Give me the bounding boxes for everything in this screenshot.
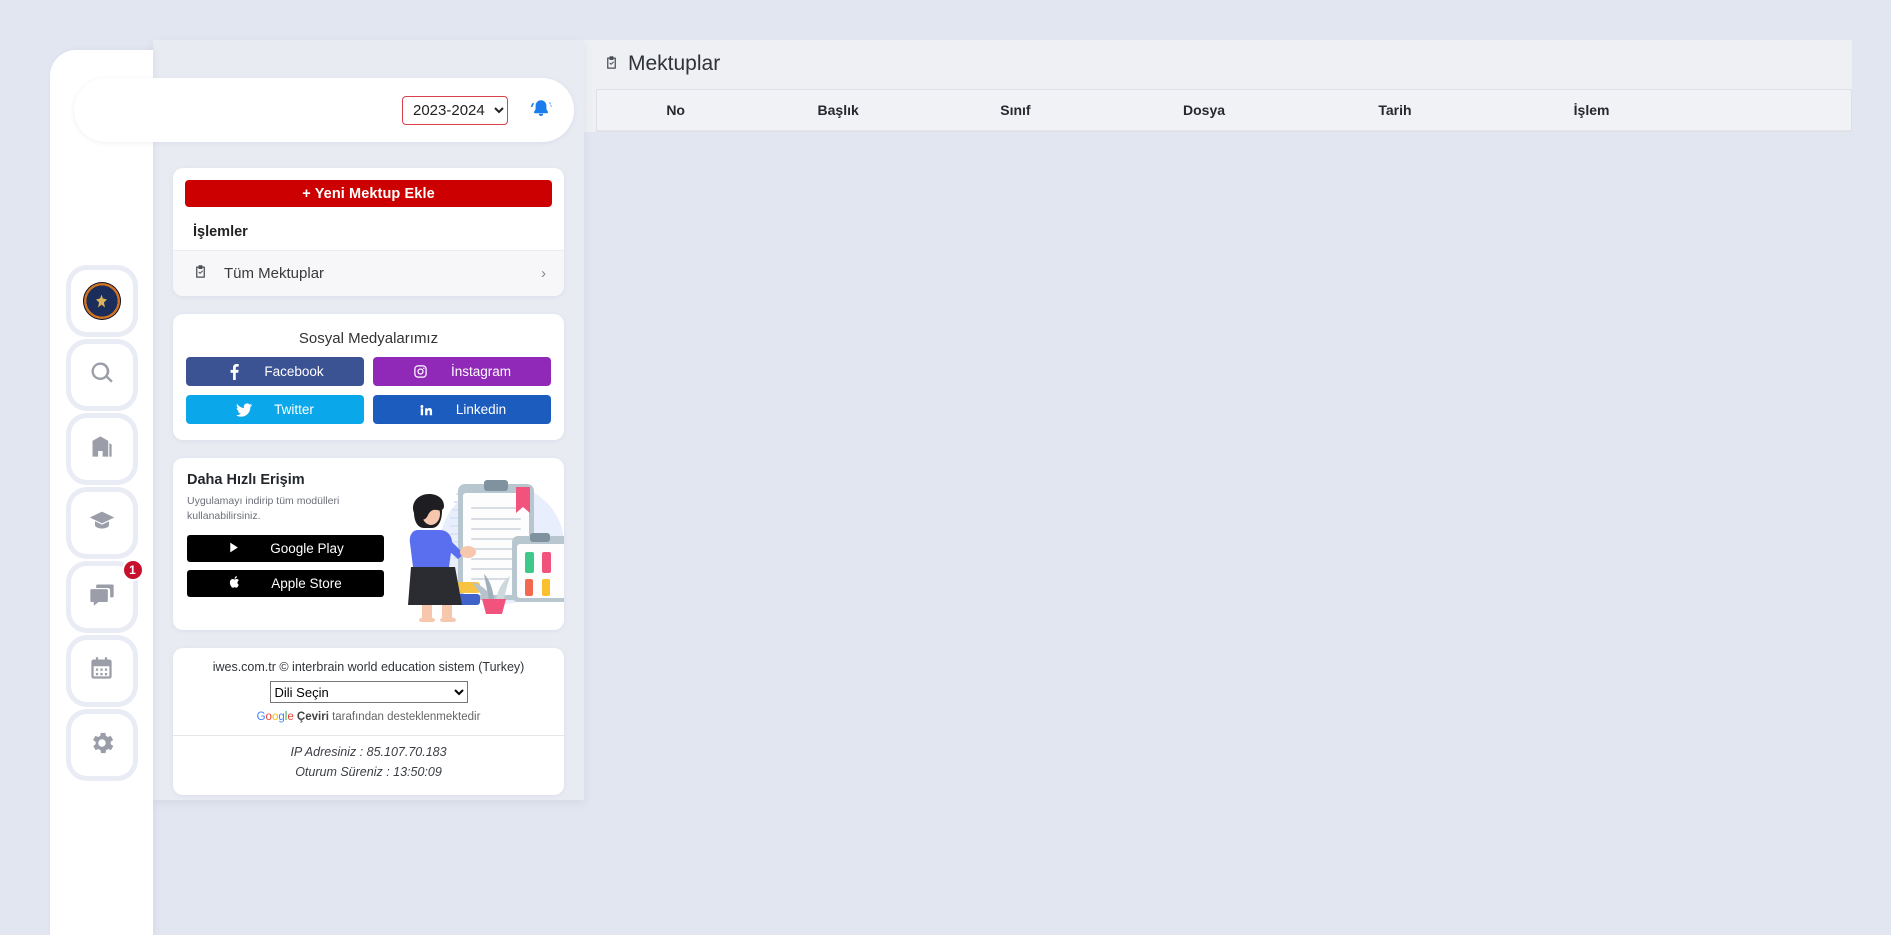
fast-access-card: Daha Hızlı Erişim Uygulamayı indirip tüm… — [173, 458, 564, 630]
sidebar-item-messages[interactable]: 1 — [70, 559, 144, 628]
google-play-label: Google Play — [270, 541, 344, 557]
sidebar-item-settings[interactable] — [70, 714, 133, 776]
table-header-row: No Başlık Sınıf Dosya Tarih İşlem — [597, 90, 1851, 131]
twitter-button[interactable]: Twitter — [186, 395, 364, 424]
google-play-button[interactable]: Google Play — [187, 535, 384, 563]
add-new-letter-button[interactable]: + Yeni Mektup Ekle — [185, 180, 552, 207]
session-duration-text: Oturum Süreniz : 13:50:09 — [295, 765, 442, 779]
apple-icon — [229, 575, 241, 592]
menu-item-all-letters[interactable]: Tüm Mektuplar › — [173, 251, 564, 296]
play-triangle-icon — [227, 541, 240, 557]
twitter-icon — [236, 402, 253, 417]
actions-card: + Yeni Mektup Ekle İşlemler Tüm Mektupla… — [173, 168, 564, 296]
calendar-icon — [88, 655, 115, 687]
rail-icon-list: 1 — [50, 270, 153, 788]
sidebar-item-school-logo[interactable] — [70, 270, 133, 332]
clipboard-check-icon — [193, 264, 208, 283]
sidebar-item-calendar[interactable] — [70, 640, 133, 702]
column-header-islem[interactable]: İşlem — [1573, 90, 1851, 131]
instagram-icon — [413, 364, 429, 379]
messages-badge: 1 — [121, 559, 144, 581]
school-emblem-icon — [82, 282, 121, 320]
column-header-sinif[interactable]: Sınıf — [1000, 90, 1183, 131]
top-header-bar: 2023-2024 — [74, 78, 574, 142]
letters-table-head: No Başlık Sınıf Dosya Tarih İşlem — [597, 90, 1851, 131]
apple-store-label: Apple Store — [271, 576, 342, 592]
sidebar-item-search[interactable] — [70, 344, 133, 406]
twitter-label: Twitter — [274, 402, 314, 417]
social-media-card: Sosyal Medyalarımız Facebook İnstagram T… — [173, 314, 564, 440]
linkedin-button[interactable]: Linkedin — [373, 395, 551, 424]
sidebar-item-institution[interactable] — [70, 418, 133, 480]
column-header-dosya[interactable]: Dosya — [1183, 90, 1379, 131]
facebook-icon — [226, 363, 242, 380]
column-header-tarih[interactable]: Tarih — [1378, 90, 1574, 131]
instagram-label: İnstagram — [450, 364, 512, 379]
facebook-label: Facebook — [264, 364, 324, 379]
middle-column-cards: + Yeni Mektup Ekle İşlemler Tüm Mektupla… — [153, 168, 584, 813]
chat-bubbles-icon — [88, 581, 116, 614]
fast-access-subtitle: Uygulamayı indirip tüm modülleri kullana… — [187, 495, 340, 523]
footer-card: iwes.com.tr © interbrain world education… — [173, 648, 564, 795]
google-wordmark: Google — [256, 711, 294, 723]
graduation-cap-icon — [88, 507, 116, 540]
social-media-title: Sosyal Medyalarımız — [298, 330, 439, 347]
letters-table-card: No Başlık Sınıf Dosya Tarih İşlem — [596, 89, 1852, 132]
linkedin-label: Linkedin — [455, 402, 507, 417]
letters-table: No Başlık Sınıf Dosya Tarih İşlem — [597, 90, 1851, 131]
column-header-no[interactable]: No — [666, 90, 818, 131]
clipboard-check-icon — [604, 52, 619, 76]
page-title-label: Mektuplar — [628, 52, 721, 75]
left-icon-rail: 1 — [50, 50, 153, 935]
google-translate-credit: Google Çeviri tarafından desteklenmekted… — [173, 703, 564, 735]
translate-rest: tarafından desteklenmektedir — [332, 711, 481, 723]
page-title: Mektuplar — [584, 40, 1852, 76]
woman-with-clipboard-illustration — [384, 472, 564, 623]
add-new-letter-label: Yeni Mektup Ekle — [314, 185, 435, 202]
facebook-button[interactable]: Facebook — [186, 357, 364, 386]
fast-access-title: Daha Hızlı Erişim — [187, 472, 305, 488]
gear-icon — [88, 729, 116, 762]
social-buttons-grid: Facebook İnstagram Twitter Linkedin — [173, 357, 564, 440]
language-select[interactable]: Dili Seçin — [269, 681, 468, 703]
actions-section-title: İşlemler — [173, 213, 564, 251]
menu-item-all-letters-label: Tüm Mektuplar — [224, 265, 325, 282]
copyright-text: iwes.com.tr © interbrain world education… — [212, 660, 525, 674]
instagram-button[interactable]: İnstagram — [373, 357, 551, 386]
ip-address-text: IP Adresiniz : 85.107.70.183 — [290, 745, 447, 759]
sidebar-item-education[interactable] — [70, 492, 133, 554]
plus-icon: + — [302, 185, 311, 202]
building-icon — [88, 433, 115, 465]
chevron-right-icon: › — [541, 265, 546, 282]
academic-year-select[interactable]: 2023-2024 — [402, 95, 508, 125]
column-header-baslik[interactable]: Başlık — [817, 90, 1001, 131]
apple-store-button[interactable]: Apple Store — [187, 570, 384, 598]
notification-bell-icon[interactable] — [524, 93, 558, 127]
search-icon — [88, 359, 116, 392]
linkedin-icon — [418, 403, 434, 417]
translate-word: Çeviri — [296, 711, 329, 723]
